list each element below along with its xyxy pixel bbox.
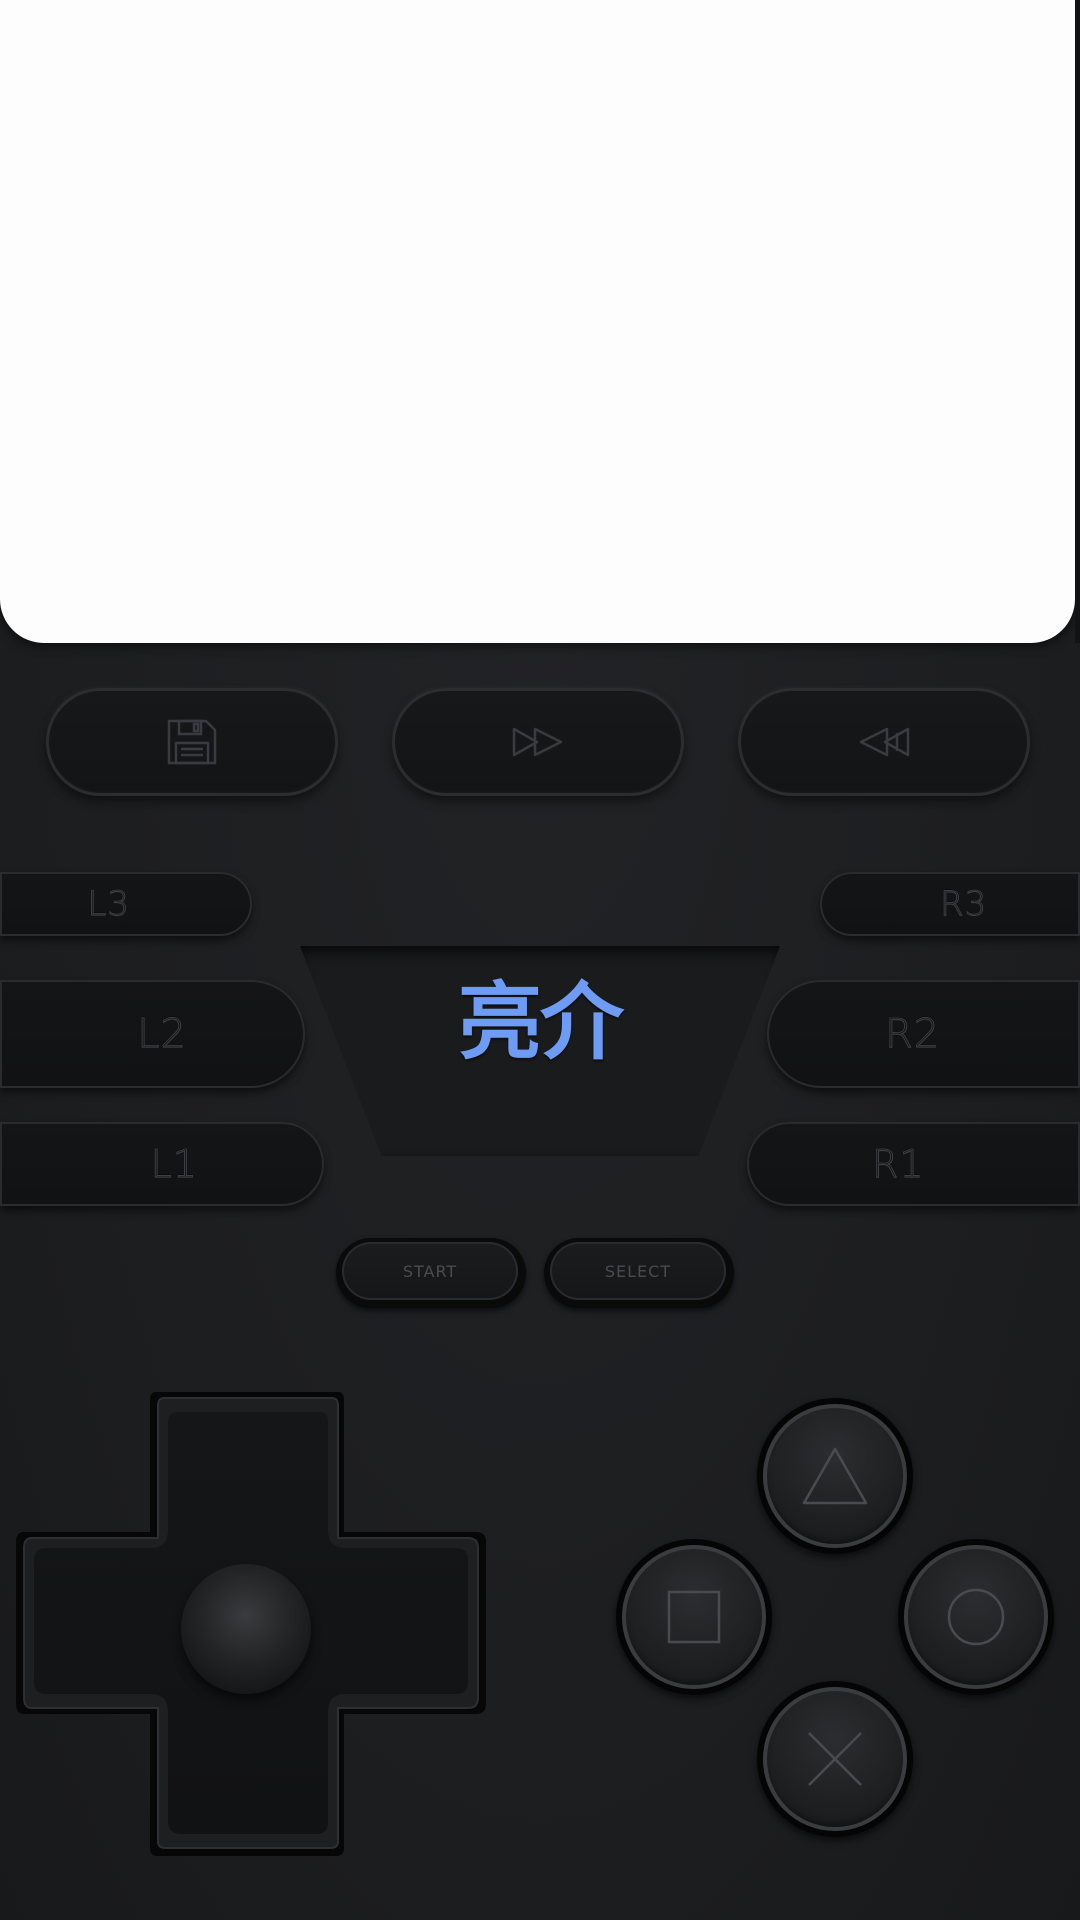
- r1-button[interactable]: R1: [747, 1122, 1080, 1206]
- fast-forward-icon: [511, 725, 565, 759]
- r2-label: R2: [884, 1011, 941, 1058]
- start-button[interactable]: START: [336, 1238, 526, 1308]
- r3-label: R3: [939, 884, 988, 925]
- l2-label: L2: [137, 1011, 187, 1058]
- l3-label: L3: [87, 884, 130, 925]
- circle-button[interactable]: [898, 1539, 1054, 1695]
- cross-icon: [808, 1732, 862, 1786]
- l2-button[interactable]: L2: [0, 980, 305, 1088]
- analog-stick-icon[interactable]: [181, 1564, 311, 1694]
- square-button[interactable]: [616, 1539, 772, 1695]
- circle-icon: [947, 1588, 1005, 1646]
- fast-forward-button[interactable]: [392, 688, 684, 796]
- l1-label: L1: [150, 1142, 198, 1187]
- r3-button[interactable]: R3: [820, 872, 1080, 936]
- floppy-disk-icon: [166, 718, 218, 766]
- select-label: SELECT: [550, 1242, 726, 1300]
- start-label: START: [342, 1242, 518, 1300]
- cross-button[interactable]: [757, 1681, 913, 1837]
- screen-edge: [1075, 0, 1080, 643]
- r1-label: R1: [872, 1142, 925, 1187]
- brand-logo: 亮介: [457, 973, 624, 1071]
- square-icon: [667, 1590, 721, 1644]
- r2-button[interactable]: R2: [767, 980, 1080, 1088]
- game-screen[interactable]: [0, 0, 1075, 643]
- triangle-icon: [802, 1447, 868, 1505]
- triangle-button[interactable]: [757, 1398, 913, 1554]
- l3-button[interactable]: L3: [0, 872, 252, 936]
- save-state-button[interactable]: [46, 688, 338, 796]
- l1-button[interactable]: L1: [0, 1122, 324, 1206]
- select-button[interactable]: SELECT: [544, 1238, 734, 1308]
- emulator-controller: 亮介 L3 L2 L1 R3 R2 R1 START SELECT: [0, 0, 1080, 1920]
- rewind-icon: [857, 725, 911, 759]
- rewind-button[interactable]: [738, 688, 1030, 796]
